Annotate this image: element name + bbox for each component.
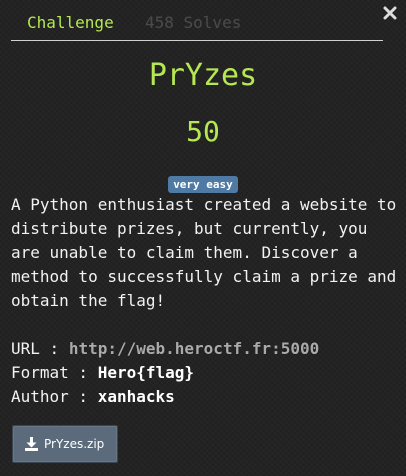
author-value: xanhacks xyxy=(97,387,175,406)
modal-header: Challenge 458 Solves xyxy=(11,8,383,41)
close-icon xyxy=(383,6,397,20)
format-label: Format : xyxy=(11,363,89,382)
tab-challenge[interactable]: Challenge xyxy=(27,14,114,32)
download-icon xyxy=(25,437,38,451)
url-row: URL : http://web.heroctf.fr:5000 xyxy=(11,337,403,361)
tab-solves[interactable]: 458 Solves xyxy=(145,14,241,32)
close-button[interactable] xyxy=(381,4,399,22)
author-label: Author : xyxy=(11,387,89,406)
challenge-description: A Python enthusiast created a website to… xyxy=(11,195,397,310)
challenge-title: PrYzes xyxy=(148,58,258,93)
format-value: Hero{flag} xyxy=(97,363,195,382)
url-label: URL : xyxy=(11,339,60,358)
download-button[interactable]: PrYzes.zip xyxy=(12,425,118,463)
challenge-modal: Challenge 458 Solves PrYzes 50 very easy… xyxy=(0,0,406,476)
url-link[interactable]: http://web.heroctf.fr:5000 xyxy=(69,339,319,358)
format-row: Format : Hero{flag} xyxy=(11,361,403,385)
download-label: PrYzes.zip xyxy=(44,437,105,451)
author-row: Author : xanhacks xyxy=(11,385,403,409)
difficulty-badge-container: very easy xyxy=(0,173,406,193)
difficulty-badge: very easy xyxy=(168,176,238,193)
challenge-points: 50 xyxy=(186,115,220,148)
